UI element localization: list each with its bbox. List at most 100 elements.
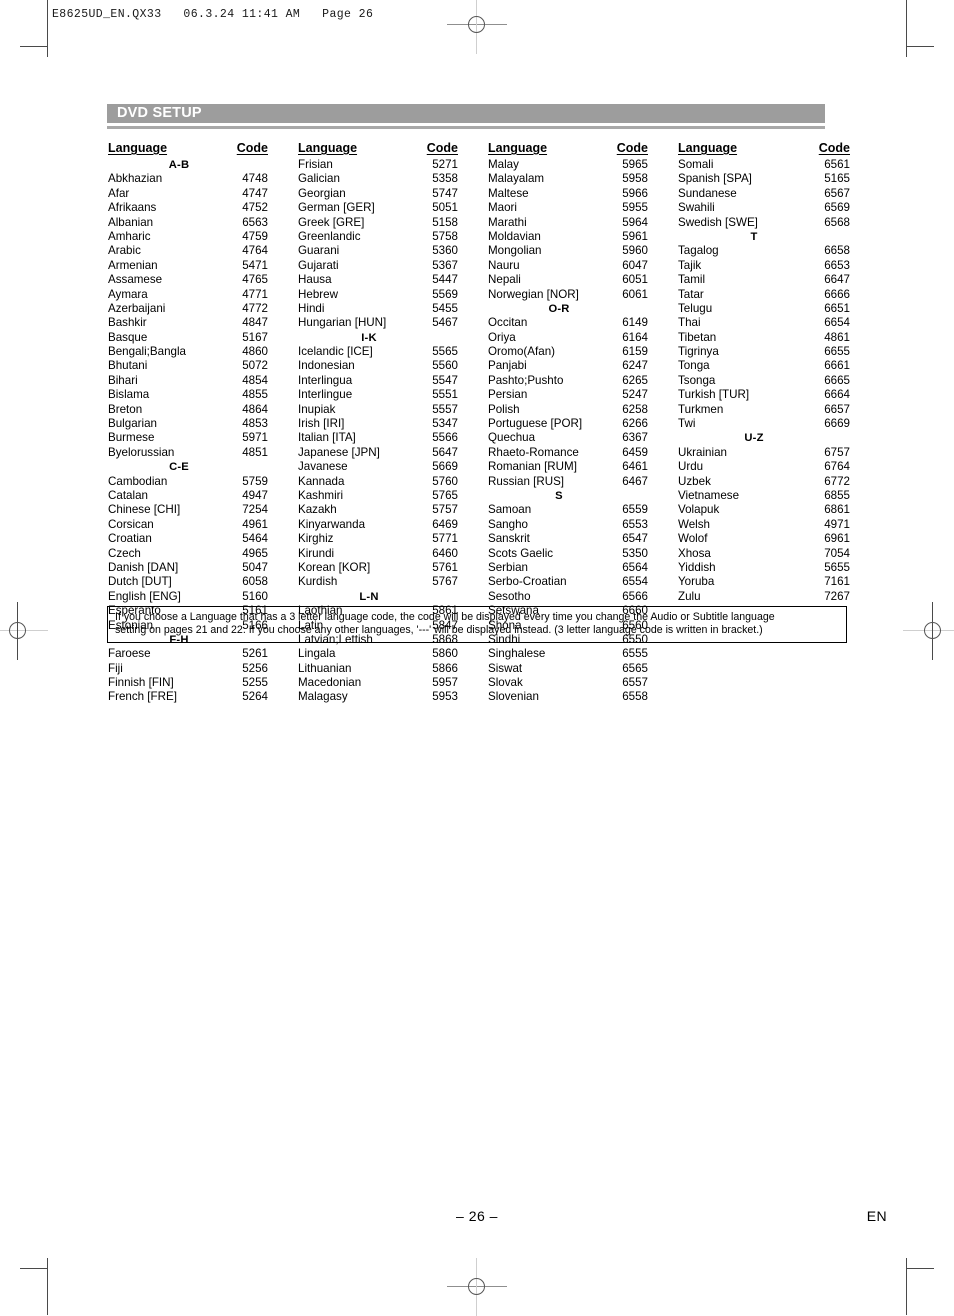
language-code: 5358 (432, 172, 458, 186)
column-header: Language Code (108, 141, 298, 157)
language-group-heading: I-K (361, 331, 377, 344)
language-name: Slovenian (488, 690, 539, 704)
registration-mark-left (0, 602, 48, 660)
language-name: Sundanese (678, 186, 737, 200)
language-name: Korean [KOR] (298, 560, 371, 574)
language-row: Galician 5358 (298, 172, 488, 186)
language-name: Portuguese [POR] (488, 417, 583, 431)
language-code: 5961 (622, 229, 648, 243)
language-code: 6051 (622, 273, 648, 287)
language-code: 5955 (622, 201, 648, 215)
language-row: Aymara 4771 (108, 288, 298, 302)
language-name: Fiji (108, 661, 123, 675)
language-name: Byelorussian (108, 445, 175, 459)
language-name: Russian [RUS] (488, 474, 565, 488)
language-code: 6658 (824, 244, 850, 258)
language-code: 6553 (622, 517, 648, 531)
language-name: Siswat (488, 661, 523, 675)
language-name: Faroese (108, 647, 151, 661)
language-name: Irish [IRI] (298, 417, 345, 431)
language-row: Tatar 6666 (678, 288, 858, 302)
language-name: Georgian (298, 186, 346, 200)
language-code: 6564 (622, 560, 648, 574)
language-name: Telugu (678, 301, 713, 315)
language-name: Icelandic [ICE] (298, 345, 373, 359)
language-row: French [FRE] 5264 (108, 690, 298, 704)
language-row: Slovak 6557 (488, 676, 678, 690)
language-code: 4971 (824, 517, 850, 531)
column-header-code: Code (236, 141, 268, 155)
crop-mark-top-left-horizontal (20, 46, 48, 47)
language-row: Somali 6561 (678, 158, 858, 172)
language-code: 6559 (622, 503, 648, 517)
language-code: 6159 (622, 345, 648, 359)
language-name: Sangho (488, 517, 528, 531)
language-row: Yiddish 5655 (678, 561, 858, 575)
language-code: 6757 (824, 445, 850, 459)
language-code: 4864 (242, 402, 268, 416)
language-code: 5347 (432, 417, 458, 431)
language-row: Kashmiri 5765 (298, 489, 488, 503)
language-row: Yoruba 7161 (678, 575, 858, 589)
crop-mark-top-left-vertical (47, 0, 48, 57)
language-row: Spanish [SPA] 5165 (678, 172, 858, 186)
registration-mark-bottom (447, 1258, 507, 1316)
language-row: Hindi 5455 (298, 302, 488, 316)
language-name: Malay (488, 158, 519, 171)
language-row: Interlingua 5547 (298, 374, 488, 388)
language-row: Oromo(Afan) 6159 (488, 345, 678, 359)
language-row: Finnish [FIN] 5255 (108, 676, 298, 690)
language-code: 5072 (242, 359, 268, 373)
language-name: Swedish [SWE] (678, 215, 758, 229)
language-code: 4861 (824, 330, 850, 344)
language-code: 5569 (432, 287, 458, 301)
language-row: Oriya 6164 (488, 331, 678, 345)
language-row: Portuguese [POR] 6266 (488, 417, 678, 431)
language-name: Afrikaans (108, 201, 157, 215)
language-row: Greenlandic 5758 (298, 230, 488, 244)
language-code: 6258 (622, 402, 648, 416)
language-group-heading: O-R (548, 302, 570, 315)
language-code: 6367 (622, 431, 648, 445)
language-name: German [GER] (298, 201, 375, 215)
language-name: Yiddish (678, 560, 716, 574)
crop-mark-top-right-horizontal (906, 46, 934, 47)
language-row: Nauru 6047 (488, 259, 678, 273)
language-name: Amharic (108, 229, 151, 243)
column-header-language: Language (678, 141, 738, 155)
language-code: 6149 (622, 316, 648, 330)
language-name: Marathi (488, 215, 527, 229)
language-code: 5051 (432, 201, 458, 215)
language-code: 6666 (824, 287, 850, 301)
language-row: Inupiak 5557 (298, 403, 488, 417)
language-code: 5647 (432, 445, 458, 459)
language-row: English [ENG] 5160 (108, 590, 298, 604)
language-code: 5767 (432, 575, 458, 589)
language-name: Indonesian (298, 359, 355, 373)
language-code: 6061 (622, 287, 648, 301)
language-row: Amharic 4759 (108, 230, 298, 244)
crop-mark-top-right-vertical (906, 0, 907, 57)
language-name: Malagasy (298, 690, 348, 704)
language-name: Kinyarwanda (298, 517, 366, 531)
language-code: 5958 (622, 172, 648, 186)
language-row: Vietnamese 6855 (678, 489, 858, 503)
language-name: Finnish [FIN] (108, 676, 174, 690)
language-code: 6561 (824, 158, 850, 171)
language-name: Occitan (488, 316, 528, 330)
language-name: Somali (678, 158, 714, 171)
language-row: Hebrew 5569 (298, 288, 488, 302)
language-row: Sundanese 6567 (678, 187, 858, 201)
page-title: DVD SETUP (117, 105, 202, 122)
language-name: Lithuanian (298, 661, 352, 675)
language-row: Interlingue 5551 (298, 388, 488, 402)
language-code: 5860 (432, 647, 458, 661)
language-code: 5247 (622, 388, 648, 402)
language-name: Romanian [RUM] (488, 460, 577, 474)
language-row: Rhaeto-Romance 6459 (488, 446, 678, 460)
language-row: Ukrainian 6757 (678, 446, 858, 460)
language-name: Swahili (678, 201, 715, 215)
language-name: Tonga (678, 359, 710, 373)
language-row: Thai 6654 (678, 316, 858, 330)
language-row: Fiji 5256 (108, 662, 298, 676)
